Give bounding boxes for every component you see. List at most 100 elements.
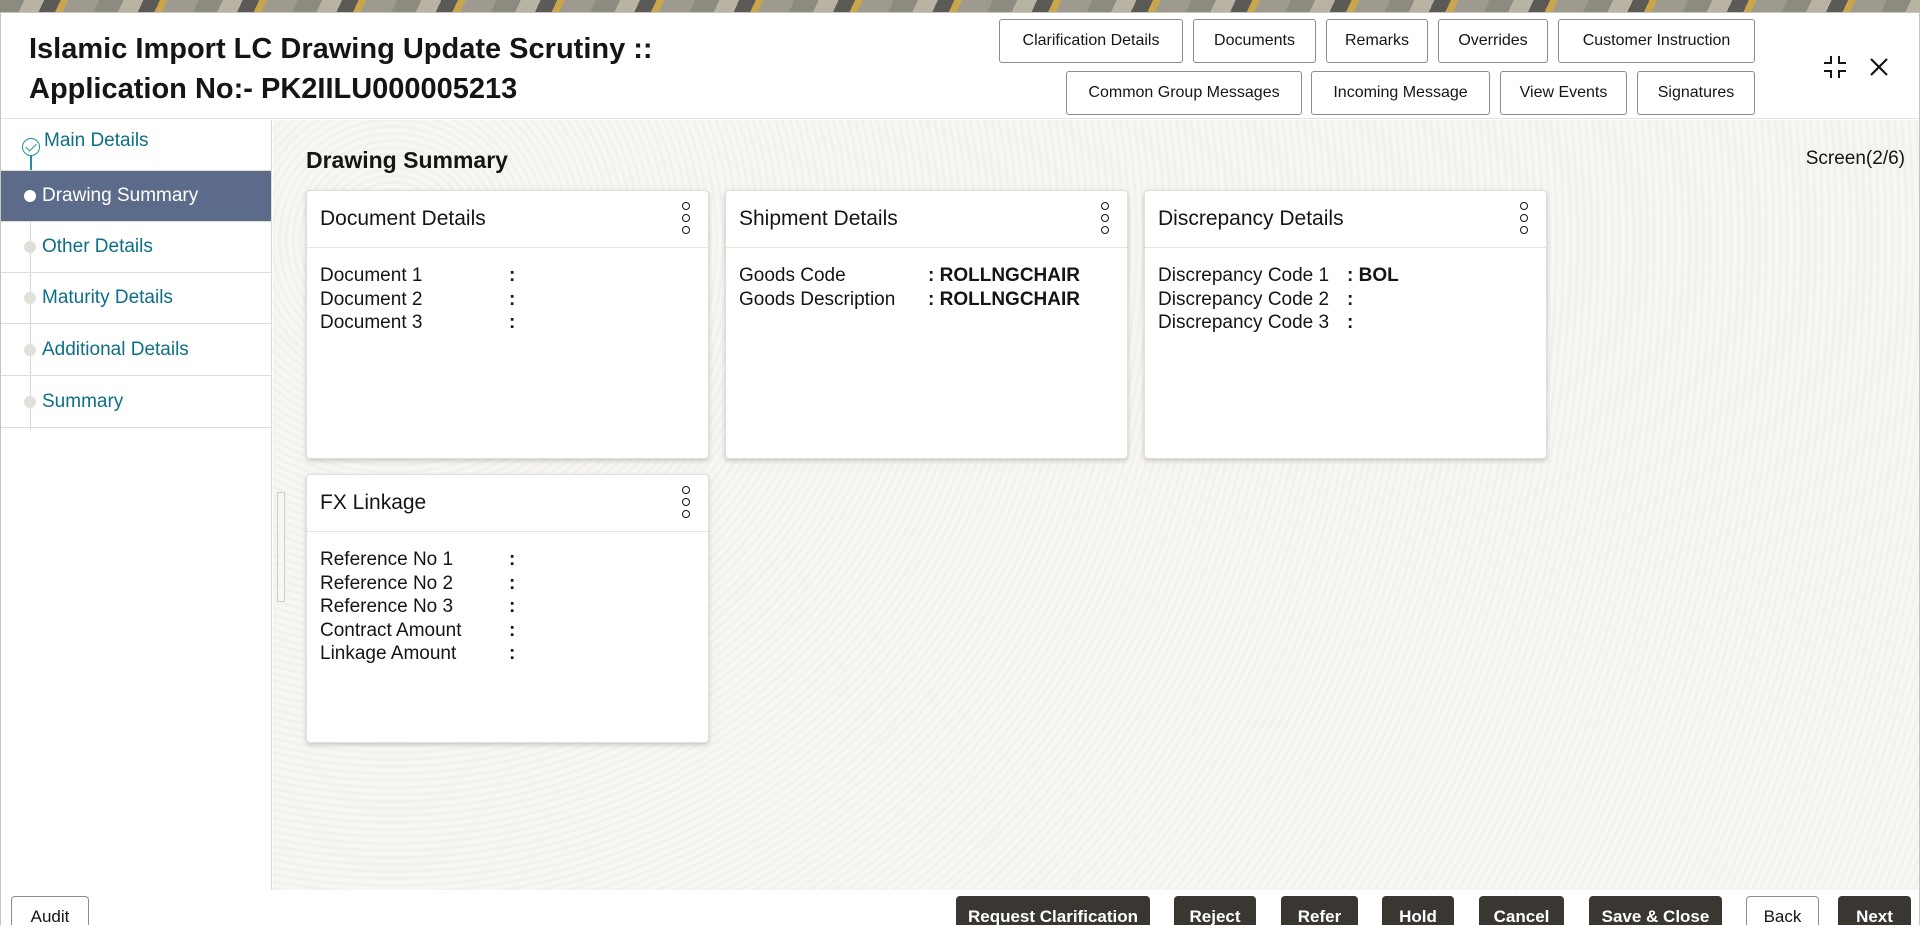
- discrepancy-details-card: Discrepancy Details Discrepancy Code 1: …: [1144, 190, 1547, 459]
- signatures-button[interactable]: Signatures: [1637, 71, 1755, 115]
- field-row: Document 2:: [320, 288, 515, 312]
- section-heading: Drawing Summary: [306, 147, 508, 174]
- field-value: :: [509, 619, 515, 643]
- field-row: Linkage Amount:: [320, 642, 515, 666]
- kebab-menu-icon[interactable]: [1098, 202, 1112, 234]
- app-window: Islamic Import LC Drawing Update Scrutin…: [0, 12, 1920, 925]
- common-group-messages-button[interactable]: Common Group Messages: [1066, 71, 1302, 115]
- sidebar-item-label: Main Details: [44, 130, 149, 152]
- main-content: Drawing Summary Screen(2/6) Document Det…: [273, 120, 1919, 890]
- field-label: Discrepancy Code 3: [1158, 311, 1347, 335]
- close-icon[interactable]: [1863, 51, 1895, 83]
- card-title: Discrepancy Details: [1158, 207, 1344, 231]
- customer-instruction-button[interactable]: Customer Instruction: [1558, 19, 1755, 63]
- kebab-menu-icon[interactable]: [679, 202, 693, 234]
- field-row: Document 3:: [320, 311, 515, 335]
- reject-button[interactable]: Reject: [1174, 896, 1256, 925]
- audit-button[interactable]: Audit: [11, 896, 89, 925]
- page-title-line2: Application No:- PK2IILU000005213: [29, 69, 653, 109]
- card-fields: Discrepancy Code 1: BOL Discrepancy Code…: [1158, 264, 1399, 335]
- field-label: Discrepancy Code 1: [1158, 264, 1347, 288]
- hold-button[interactable]: Hold: [1382, 896, 1454, 925]
- sidebar-nav: Main Details Drawing Summary Other Detai…: [1, 120, 272, 890]
- field-value: : BOL: [1347, 264, 1399, 288]
- save-close-button[interactable]: Save & Close: [1589, 896, 1722, 925]
- field-value: :: [509, 264, 515, 288]
- kebab-menu-icon[interactable]: [679, 486, 693, 518]
- sidebar-item-label: Additional Details: [42, 339, 189, 361]
- field-value: :: [509, 595, 515, 619]
- step-dot-icon: [24, 396, 36, 408]
- view-events-button[interactable]: View Events: [1500, 71, 1627, 115]
- collapse-icon[interactable]: [1819, 51, 1851, 83]
- sidebar-item-drawing-summary[interactable]: Drawing Summary: [1, 171, 271, 222]
- card-divider: [307, 247, 708, 248]
- card-title: Document Details: [320, 207, 486, 231]
- footer-actions: Audit Request Clarification Reject Refer…: [1, 890, 1919, 925]
- next-button[interactable]: Next: [1838, 896, 1911, 925]
- step-dot-icon: [24, 344, 36, 356]
- check-circle-icon: [22, 138, 40, 156]
- overrides-button[interactable]: Overrides: [1438, 19, 1548, 63]
- document-details-card: Document Details Document 1: Document 2:…: [306, 190, 709, 459]
- field-label: Document 2: [320, 288, 509, 312]
- field-row: Contract Amount:: [320, 619, 515, 643]
- field-value: :: [509, 642, 515, 666]
- field-value: :: [509, 288, 515, 312]
- kebab-menu-icon[interactable]: [1517, 202, 1531, 234]
- sidebar-item-additional-details[interactable]: Additional Details: [1, 325, 271, 376]
- sidebar-item-summary[interactable]: Summary: [1, 377, 271, 428]
- sidebar-item-other-details[interactable]: Other Details: [1, 222, 271, 273]
- field-row: Goods Description: ROLLNGCHAIR: [739, 288, 1080, 312]
- sidebar-item-main-details[interactable]: Main Details: [1, 120, 271, 171]
- field-label: Document 3: [320, 311, 509, 335]
- field-row: Discrepancy Code 1: BOL: [1158, 264, 1399, 288]
- field-label: Reference No 2: [320, 572, 509, 596]
- top-decorative-strip: [0, 0, 1920, 12]
- back-button[interactable]: Back: [1746, 896, 1819, 925]
- field-label: Goods Code: [739, 264, 928, 288]
- field-row: Document 1:: [320, 264, 515, 288]
- documents-button[interactable]: Documents: [1193, 19, 1316, 63]
- field-value: : ROLLNGCHAIR: [928, 264, 1080, 288]
- field-label: Linkage Amount: [320, 642, 509, 666]
- card-title: Shipment Details: [739, 207, 898, 231]
- field-label: Goods Description: [739, 288, 928, 312]
- clarification-details-button[interactable]: Clarification Details: [999, 19, 1183, 63]
- card-fields: Document 1: Document 2: Document 3:: [320, 264, 515, 335]
- field-value: :: [509, 311, 515, 335]
- request-clarification-button[interactable]: Request Clarification: [956, 896, 1150, 925]
- step-dot-icon: [24, 241, 36, 253]
- sidebar-item-label: Other Details: [42, 236, 153, 258]
- field-value: :: [1347, 288, 1353, 312]
- card-divider: [1145, 247, 1546, 248]
- field-row: Discrepancy Code 2:: [1158, 288, 1399, 312]
- card-fields: Reference No 1: Reference No 2: Referenc…: [320, 548, 515, 666]
- refer-button[interactable]: Refer: [1281, 896, 1358, 925]
- sidebar-item-label: Summary: [42, 391, 123, 413]
- field-row: Discrepancy Code 3:: [1158, 311, 1399, 335]
- fx-linkage-card: FX Linkage Reference No 1: Reference No …: [306, 474, 709, 743]
- shipment-details-card: Shipment Details Goods Code: ROLLNGCHAIR…: [725, 190, 1128, 459]
- cancel-button[interactable]: Cancel: [1479, 896, 1564, 925]
- field-value: :: [509, 572, 515, 596]
- field-label: Reference No 3: [320, 595, 509, 619]
- incoming-message-button[interactable]: Incoming Message: [1311, 71, 1490, 115]
- panel-resize-handle[interactable]: [277, 492, 285, 602]
- field-row: Goods Code: ROLLNGCHAIR: [739, 264, 1080, 288]
- field-label: Discrepancy Code 2: [1158, 288, 1347, 312]
- field-value: :: [509, 548, 515, 572]
- sidebar-item-label: Maturity Details: [42, 287, 173, 309]
- field-label: Reference No 1: [320, 548, 509, 572]
- remarks-button[interactable]: Remarks: [1326, 19, 1428, 63]
- sidebar-item-maturity-details[interactable]: Maturity Details: [1, 273, 271, 324]
- sidebar-item-label: Drawing Summary: [42, 185, 198, 207]
- screen-indicator: Screen(2/6): [1806, 148, 1905, 170]
- field-row: Reference No 2:: [320, 572, 515, 596]
- step-dot-icon: [24, 292, 36, 304]
- page-title: Islamic Import LC Drawing Update Scrutin…: [29, 29, 653, 109]
- card-divider: [726, 247, 1127, 248]
- card-title: FX Linkage: [320, 491, 426, 515]
- field-label: Document 1: [320, 264, 509, 288]
- field-value: :: [1347, 311, 1353, 335]
